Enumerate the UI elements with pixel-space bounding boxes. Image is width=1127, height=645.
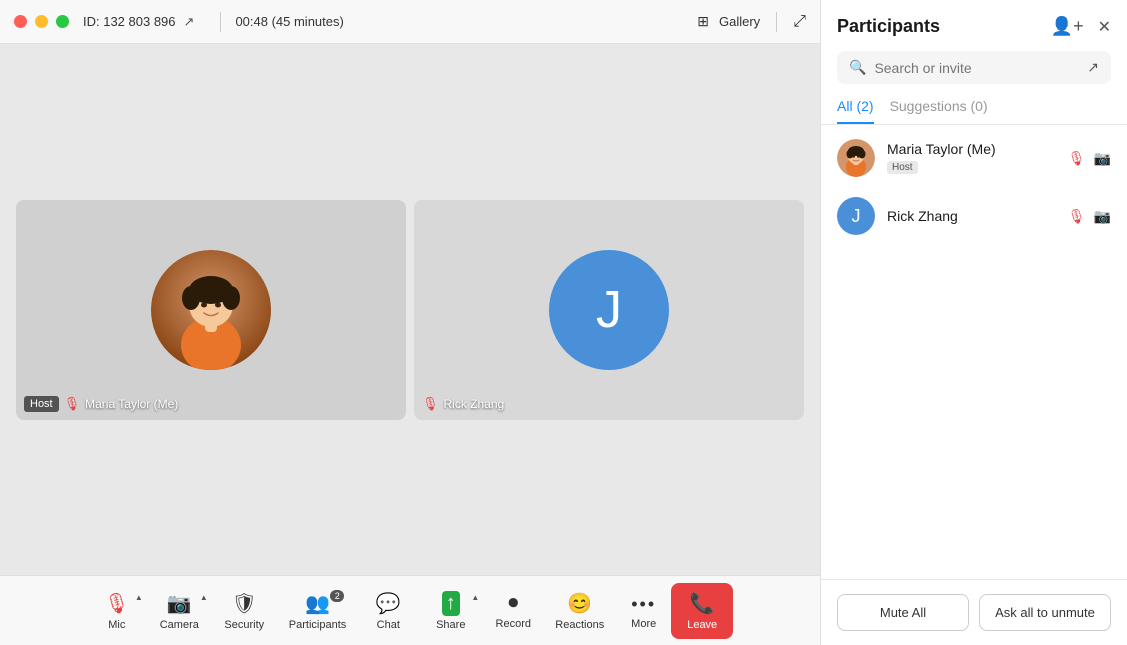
minimize-button[interactable] <box>35 15 48 28</box>
security-label: Security <box>224 619 264 631</box>
meeting-id: ID: 132 803 896 <box>83 14 176 29</box>
participant-icons-rick: 🎙 📷 <box>1068 208 1111 225</box>
participants-label: Participants <box>289 619 346 631</box>
external-share-icon[interactable]: ↗ <box>1087 59 1099 76</box>
avatar-maria-panel <box>837 139 875 177</box>
toolbar: 🎙 Mic ▲ 📷 Camera ▲ 🛡 Security 👥 <box>0 575 820 645</box>
add-participant-icon[interactable]: 👤+ <box>1051 16 1084 37</box>
close-panel-icon[interactable]: ✕ <box>1098 17 1111 37</box>
search-icon: 🔍 <box>849 59 866 76</box>
avatar-maria <box>151 250 271 370</box>
leave-icon: 📞 <box>690 591 715 616</box>
participant-count-badge: 2 <box>330 590 344 602</box>
camera-caret[interactable]: ▲ <box>200 593 208 602</box>
participants-list: Maria Taylor (Me) Host 🎙 📷 J Rick Zhang <box>821 125 1127 579</box>
share-button[interactable]: ↑ Share ▲ <box>418 585 483 637</box>
camera-icon: 📷 <box>167 591 192 616</box>
participant-row-rick[interactable]: J Rick Zhang 🎙 📷 <box>821 187 1127 245</box>
muted-mic-icon-rick: 🎙 <box>422 396 439 412</box>
panel-header: Participants 👤+ ✕ <box>821 0 1127 45</box>
avatar-rick: J <box>549 250 669 370</box>
search-box: 🔍 ↗ <box>837 51 1111 84</box>
timer: 00:48 (45 minutes) <box>235 14 343 29</box>
more-icon: ••• <box>631 594 656 615</box>
search-input[interactable] <box>874 60 1079 76</box>
avatar-rick-panel: J <box>837 197 875 235</box>
gallery-label[interactable]: Gallery <box>719 14 760 29</box>
reactions-icon: 😊 <box>567 591 592 616</box>
more-label: More <box>631 618 656 630</box>
security-icon: 🛡 <box>232 591 257 616</box>
reactions-button[interactable]: 😊 Reactions <box>543 585 616 637</box>
share-icon: ↑ <box>442 591 460 616</box>
ask-unmute-button[interactable]: Ask all to unmute <box>979 594 1111 631</box>
tile-label-rick: 🎙 Rick Zhang <box>422 396 504 412</box>
more-button[interactable]: ••• More <box>616 586 671 636</box>
tab-suggestions[interactable]: Suggestions (0) <box>890 90 988 124</box>
tile-name-rick: Rick Zhang <box>444 397 505 411</box>
mic-icon: 🎙 <box>104 591 129 616</box>
tab-all[interactable]: All (2) <box>837 90 874 124</box>
tabs-row: All (2) Suggestions (0) <box>821 90 1127 125</box>
mic-button[interactable]: 🎙 Mic ▲ <box>87 585 147 637</box>
mic-caret[interactable]: ▲ <box>135 593 143 602</box>
participant-name-maria: Maria Taylor (Me) <box>887 141 1056 157</box>
mic-muted-icon-maria: 🎙 <box>1068 150 1086 167</box>
participants-button[interactable]: 👥 Participants 2 <box>277 585 358 637</box>
participants-panel: Participants 👤+ ✕ 🔍 ↗ All (2) Suggestion… <box>820 0 1127 645</box>
camera-button[interactable]: 📷 Camera ▲ <box>147 585 212 637</box>
chat-icon: 💬 <box>376 591 401 616</box>
panel-bottom-actions: Mute All Ask all to unmute <box>821 579 1127 645</box>
tile-label-maria: Host 🎙 Maria Taylor (Me) <box>24 396 178 412</box>
gallery-icon: ⊞ <box>697 13 709 30</box>
share-caret[interactable]: ▲ <box>471 593 479 602</box>
participants-icon: 👥 <box>305 591 330 616</box>
video-muted-icon-maria: 📷 <box>1094 150 1111 167</box>
leave-label: Leave <box>687 619 717 631</box>
mute-all-button[interactable]: Mute All <box>837 594 969 631</box>
host-badge: Host <box>24 396 59 412</box>
close-button[interactable] <box>14 15 27 28</box>
maximize-button[interactable] <box>56 15 69 28</box>
reactions-label: Reactions <box>555 619 604 631</box>
participant-info-maria: Maria Taylor (Me) Host <box>887 141 1056 175</box>
share-link-icon[interactable]: ↗ <box>184 14 195 30</box>
tile-name-maria: Maria Taylor (Me) <box>85 397 178 411</box>
record-label: Record <box>496 618 531 630</box>
video-tile-rick: J 🎙 Rick Zhang <box>414 200 804 420</box>
participant-row-maria[interactable]: Maria Taylor (Me) Host 🎙 📷 <box>821 129 1127 187</box>
traffic-lights[interactable] <box>14 15 69 28</box>
participant-info-rick: Rick Zhang <box>887 208 1056 224</box>
participant-icons-maria: 🎙 📷 <box>1068 150 1111 167</box>
panel-title: Participants <box>837 16 940 37</box>
record-button[interactable]: ⏺ Record <box>483 586 543 636</box>
chat-label: Chat <box>377 619 400 631</box>
record-icon: ⏺ <box>508 592 518 615</box>
participant-name-rick: Rick Zhang <box>887 208 1056 224</box>
mic-label: Mic <box>108 619 125 631</box>
video-muted-icon-rick: 📷 <box>1094 208 1111 225</box>
video-tile-maria: Host 🎙 Maria Taylor (Me) <box>16 200 406 420</box>
video-grid: Host 🎙 Maria Taylor (Me) J 🎙 Rick Zhang <box>0 44 820 575</box>
mic-muted-icon-rick: 🎙 <box>1068 208 1086 225</box>
security-button[interactable]: 🛡 Security <box>212 585 277 637</box>
chat-button[interactable]: 💬 Chat <box>358 585 418 637</box>
expand-icon[interactable]: ⤢ <box>793 13 806 31</box>
share-label: Share <box>436 619 465 631</box>
muted-mic-icon-maria: 🎙 <box>64 396 81 412</box>
leave-button[interactable]: 📞 Leave <box>671 583 733 639</box>
camera-label: Camera <box>160 619 199 631</box>
host-badge-panel: Host <box>887 161 918 174</box>
